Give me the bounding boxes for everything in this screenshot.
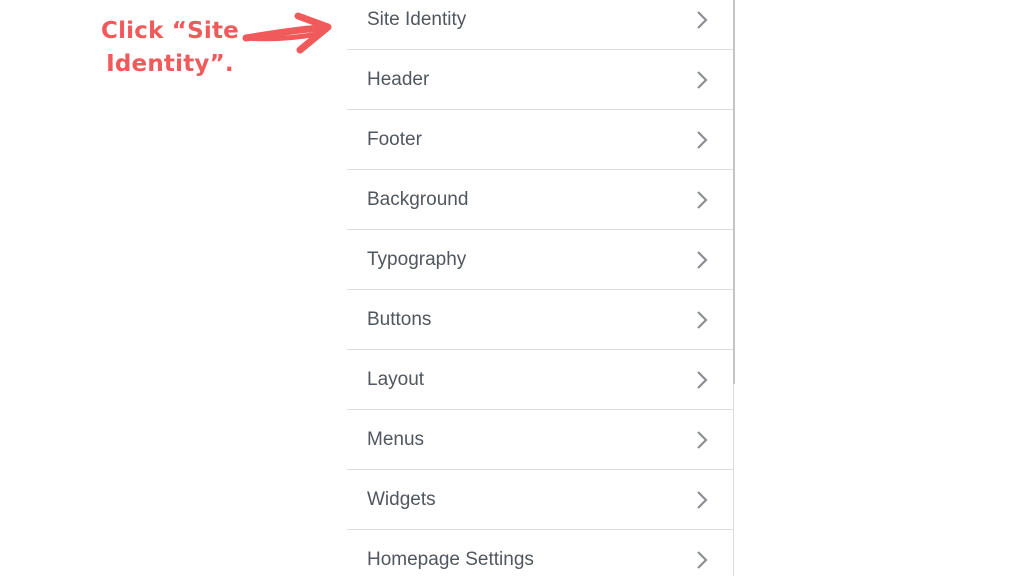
instruction-line-1: Click “Site	[101, 18, 239, 44]
chevron-right-icon	[697, 370, 708, 389]
menu-item-header[interactable]: Header	[347, 50, 733, 110]
menu-item-buttons[interactable]: Buttons	[347, 290, 733, 350]
menu-item-label: Background	[367, 188, 469, 210]
menu-item-layout[interactable]: Layout	[347, 350, 733, 410]
instruction-annotation: Click “Site Identity”.	[90, 15, 250, 81]
panel-scrollbar[interactable]	[733, 0, 735, 384]
menu-item-site-identity[interactable]: Site Identity	[347, 0, 733, 50]
screenshot-stage: Click “Site Identity”. Site Identity Hea…	[0, 0, 1024, 576]
chevron-right-icon	[697, 490, 708, 509]
menu-item-widgets[interactable]: Widgets	[347, 470, 733, 530]
chevron-right-icon	[697, 70, 708, 89]
menu-item-label: Typography	[367, 248, 467, 270]
menu-item-homepage-settings[interactable]: Homepage Settings	[347, 530, 733, 576]
menu-item-background[interactable]: Background	[347, 170, 733, 230]
chevron-right-icon	[697, 550, 708, 569]
customizer-panel: Site Identity Header Footer Background T…	[347, 0, 734, 576]
menu-item-label: Menus	[367, 428, 425, 450]
instruction-line-2: Identity”.	[106, 51, 234, 77]
menu-item-label: Widgets	[367, 488, 436, 510]
menu-item-label: Footer	[367, 128, 422, 150]
chevron-right-icon	[697, 130, 708, 149]
chevron-right-icon	[697, 430, 708, 449]
chevron-right-icon	[697, 190, 708, 209]
menu-item-label: Buttons	[367, 308, 432, 330]
menu-item-label: Header	[367, 68, 430, 90]
chevron-right-icon	[697, 10, 708, 29]
arrow-right-icon	[242, 12, 332, 54]
menu-item-label: Site Identity	[367, 8, 467, 30]
chevron-right-icon	[697, 250, 708, 269]
menu-item-typography[interactable]: Typography	[347, 230, 733, 290]
menu-item-label: Homepage Settings	[367, 548, 534, 570]
menu-item-label: Layout	[367, 368, 425, 390]
chevron-right-icon	[697, 310, 708, 329]
menu-item-menus[interactable]: Menus	[347, 410, 733, 470]
menu-item-footer[interactable]: Footer	[347, 110, 733, 170]
